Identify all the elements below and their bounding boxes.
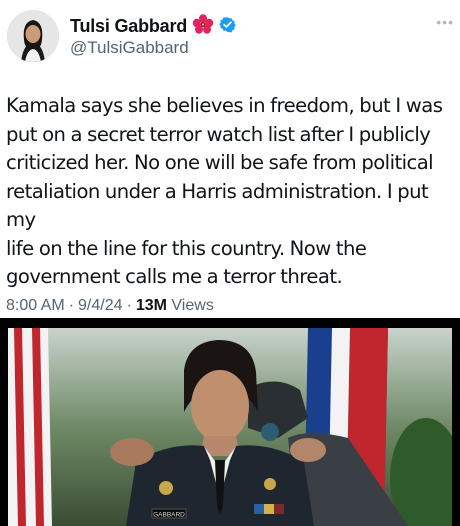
tweet-text: Kamala says she believes in freedom, but…	[6, 92, 458, 292]
author-name-row: Tulsi Gabbard	[70, 14, 236, 39]
tweet-text-line: put on a secret terror watch list after …	[6, 122, 431, 146]
tweet-time[interactable]: 8:00 AM	[6, 297, 65, 315]
tweet-text-line: Kamala says she believes in freedom, but…	[6, 94, 443, 117]
hibiscus-icon	[192, 14, 214, 39]
verified-badge-icon	[219, 16, 236, 38]
author-handle[interactable]: @TulsiGabbard	[70, 38, 189, 58]
tweet-date[interactable]: 9/4/24	[78, 297, 122, 315]
meta-separator: ·	[126, 297, 132, 314]
tweet-text-line: government calls me a terror threat.	[6, 265, 343, 288]
avatar-image	[7, 10, 59, 62]
more-icon[interactable]: •••	[436, 14, 454, 30]
tweet-text-line: life on the line for this country. Now t…	[6, 236, 367, 260]
tweet-media[interactable]: GABBARD	[0, 318, 460, 526]
army-uniform-photo: GABBARD	[8, 328, 452, 526]
views-count: 13M	[135, 297, 167, 314]
tweet-card: Tulsi Gabbard @TulsiGabbard ••• Kamala s…	[0, 0, 460, 318]
views-label: Views	[171, 297, 214, 314]
author-avatar[interactable]	[7, 10, 59, 62]
meta-separator: ·	[68, 297, 75, 314]
tweet-text-line: criticized her. No one will be safe from…	[6, 151, 434, 174]
tweet-meta: 8:00 AM · 9/4/24 · 13M Views	[6, 297, 214, 315]
author-name[interactable]: Tulsi Gabbard	[70, 16, 187, 37]
name-tape: GABBARD	[153, 512, 185, 519]
tweet-text-line: retaliation under a Harris administratio…	[6, 179, 429, 232]
